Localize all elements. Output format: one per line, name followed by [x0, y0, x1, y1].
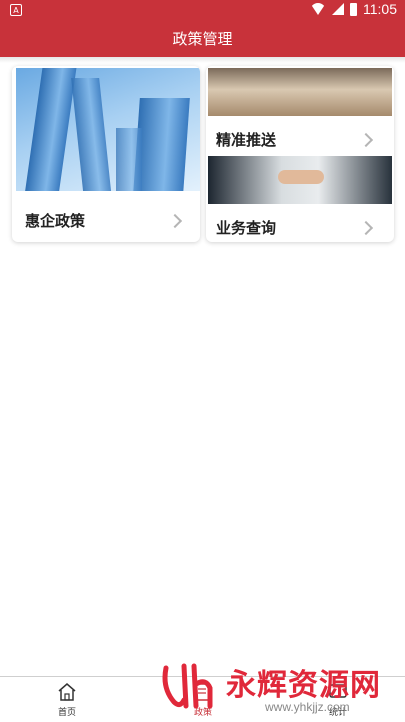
handshake-photo-image	[208, 156, 392, 204]
chevron-right-icon	[167, 213, 183, 229]
nav-label: 首页	[57, 708, 76, 718]
nav-item-home[interactable]: 首页	[37, 677, 97, 722]
card-label: 业务查询	[216, 219, 277, 237]
watermark-url: www.yhkjjz.com	[265, 700, 350, 714]
right-card-group: 精准推送 业务查询	[206, 66, 394, 242]
status-icons: 11:05	[310, 1, 397, 17]
watermark-logo	[162, 663, 213, 709]
office-photo-image	[208, 68, 392, 116]
notification-icon: A	[10, 4, 22, 16]
card-business-query[interactable]: 业务查询	[206, 204, 394, 242]
battery-icon	[350, 2, 357, 16]
card-label: 精准推送	[216, 131, 277, 149]
wifi-icon	[310, 3, 326, 15]
card-precise-push[interactable]: 精准推送	[206, 116, 394, 156]
home-icon	[58, 683, 76, 701]
chevron-right-icon	[358, 220, 374, 236]
card-label: 惠企政策	[25, 212, 86, 230]
watermark-title: 永辉资源网	[226, 668, 381, 703]
page-title: 政策管理	[0, 21, 405, 57]
status-bar: A 11:05	[0, 0, 405, 21]
watermark: 永辉资源网 www.yhkjjz.com	[160, 660, 390, 720]
card-huiqi-policy[interactable]: 惠企政策	[12, 66, 200, 242]
header-divider	[0, 57, 405, 63]
city-skyscraper-image	[16, 68, 200, 191]
clock: 11:05	[363, 1, 397, 17]
chevron-right-icon	[358, 132, 374, 148]
signal-icon	[332, 3, 344, 15]
